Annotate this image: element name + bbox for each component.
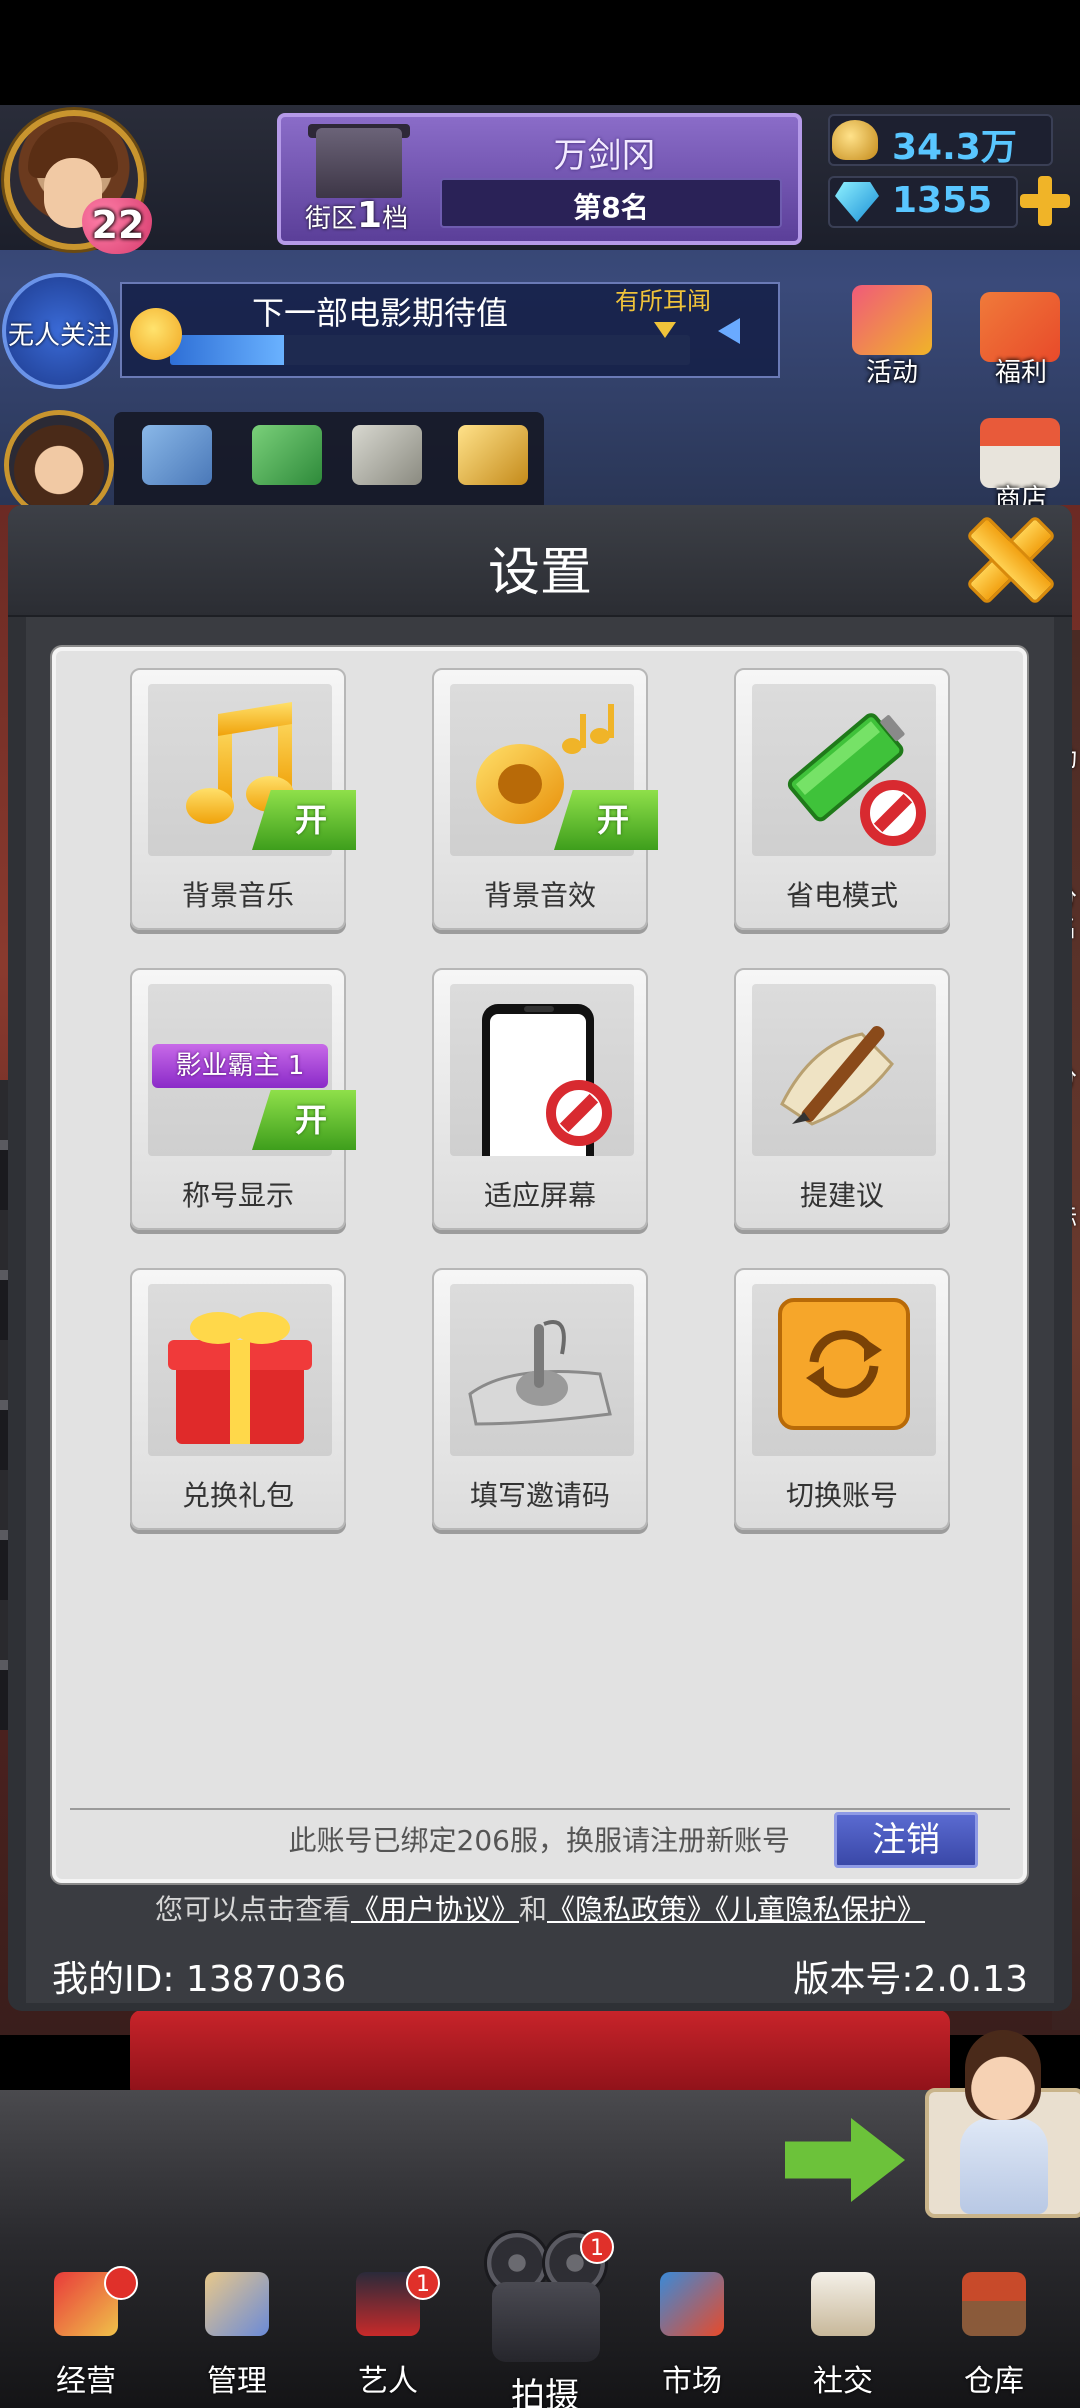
privacy-policy-link[interactable]: 《隐私政策》	[547, 1893, 715, 1926]
version-number: 版本号:2.0.13	[793, 1959, 1028, 2000]
expectation-progress-track	[170, 335, 690, 365]
nav-dot-badge	[104, 2266, 138, 2300]
tile-label: 兑换礼包	[181, 1479, 294, 1512]
activity-icon[interactable]	[852, 285, 932, 355]
agreement-and: 和	[518, 1893, 547, 1926]
nav-shoot[interactable]: 1 拍摄	[470, 2230, 620, 2408]
welfare-label[interactable]: 福利	[966, 352, 1076, 389]
tile-label: 适应屏幕	[483, 1179, 596, 1212]
market-icon	[660, 2272, 724, 2336]
title-badge-icon: 影业霸主 1	[152, 1044, 328, 1088]
power-saving-tile[interactable]: 省电模式	[734, 668, 950, 930]
guild-name: 万剑冈	[553, 136, 656, 176]
suggestion-tile[interactable]: 提建议	[734, 968, 950, 1230]
expectation-title: 下一部电影期待值	[251, 294, 508, 332]
agreement-line: 您可以点击查看《用户协议》和《隐私政策》《儿童隐私保护》	[26, 1888, 1054, 1928]
heart-eyes-emoji-icon	[130, 308, 182, 360]
nav-label: 市场	[662, 2364, 722, 2399]
disabled-icon	[546, 1080, 612, 1146]
tile-label: 背景音乐	[181, 879, 294, 912]
sound-effects-tile[interactable]: 开 背景音效	[432, 668, 658, 930]
collapse-arrow-icon[interactable]	[718, 318, 740, 344]
background-music-tile[interactable]: 开 背景音乐	[130, 668, 356, 930]
building-icon	[316, 128, 402, 198]
agreement-prefix: 您可以点击查看	[154, 1893, 351, 1926]
close-button[interactable]	[966, 515, 1050, 599]
tile-icon-area	[148, 1284, 332, 1456]
logout-button[interactable]: 注销	[834, 1812, 978, 1868]
tile-icon-area	[752, 684, 936, 856]
tile-label: 填写邀请码	[469, 1479, 610, 1512]
tile-label: 提建议	[799, 1179, 884, 1212]
expectation-progress-fill	[170, 335, 285, 365]
coin-amount: 34.3万	[892, 127, 1017, 168]
tile-icon-area	[450, 984, 634, 1156]
camera-icon	[492, 2282, 600, 2362]
nav-market[interactable]: 市场	[622, 2262, 762, 2408]
invite-code-tile[interactable]: 填写邀请码	[432, 1268, 648, 1530]
partner-avatar[interactable]	[4, 410, 114, 520]
nav-label: 管理	[207, 2364, 267, 2399]
character-dress	[960, 2118, 1048, 2214]
nav-count-badge: 1	[406, 2266, 440, 2300]
tile-icon-area	[752, 984, 936, 1156]
coffee-cup-icon	[811, 2272, 875, 2336]
player-id: 我的ID: 1387036	[52, 1959, 347, 2000]
nav-label: 经营	[56, 2364, 116, 2399]
redeem-gift-tile[interactable]: 兑换礼包	[130, 1268, 346, 1530]
tile-label: 省电模式	[785, 879, 898, 912]
disabled-icon	[860, 780, 926, 846]
fit-screen-tile[interactable]: 适应屏幕	[432, 968, 648, 1230]
district-label: 街区1档	[305, 195, 409, 236]
nav-label: 社交	[813, 2364, 873, 2399]
progress-marker-icon	[654, 322, 676, 338]
guild-rank: 第8名	[573, 191, 649, 224]
nav-manage[interactable]: 管理	[167, 2262, 307, 2408]
invite-scroll-icon	[468, 1320, 612, 1426]
switch-account-icon	[778, 1298, 910, 1430]
activity-label[interactable]: 活动	[837, 352, 947, 389]
coin-icon	[832, 120, 878, 160]
nav-social[interactable]: 社交	[773, 2262, 913, 2408]
nav-warehouse[interactable]: 仓库	[924, 2262, 1064, 2408]
red-carpet	[130, 2010, 950, 2100]
add-gems-plus-icon[interactable]	[1020, 176, 1070, 226]
user-agreement-link[interactable]: 《用户协议》	[351, 1893, 519, 1926]
nav-operate[interactable]: 经营	[16, 2262, 156, 2408]
dialog-title: 设置	[487, 543, 592, 603]
follow-badge-label: 无人关注	[7, 321, 112, 351]
tile-icon-area	[450, 1284, 634, 1456]
floor	[0, 2090, 1080, 2240]
handshake-green-icon[interactable]	[252, 425, 322, 485]
player-level: 22	[91, 203, 145, 247]
nav-label: 仓库	[964, 2364, 1024, 2399]
character-avatar	[965, 2030, 1041, 2120]
cash-icon[interactable]	[352, 425, 422, 485]
tile-label: 背景音效	[483, 879, 596, 912]
nav-count-badge: 1	[580, 2230, 614, 2264]
tile-label: 切换账号	[785, 1479, 898, 1512]
server-bind-notice: 此账号已绑定206服，换服请注册新账号	[288, 1824, 790, 1857]
child-privacy-link[interactable]: 《儿童隐私保护》	[715, 1893, 925, 1926]
nav-label: 艺人	[358, 2364, 418, 2399]
gold-coins-icon[interactable]	[458, 425, 528, 485]
switch-account-tile[interactable]: 切换账号	[734, 1268, 950, 1530]
tile-icon-area	[752, 1284, 936, 1456]
nav-artists[interactable]: 1 艺人	[318, 2262, 458, 2408]
nav-label: 拍摄	[511, 2376, 579, 2408]
warehouse-icon	[962, 2272, 1026, 2336]
panel-divider	[70, 1808, 1010, 1810]
gem-amount: 1355	[892, 180, 993, 221]
handshake-icon[interactable]	[142, 425, 212, 485]
tile-label: 称号显示	[181, 1179, 294, 1212]
gift-box-icon	[168, 1312, 312, 1444]
expectation-status: 有所耳闻	[615, 287, 711, 315]
manage-gear-icon	[205, 2272, 269, 2336]
quill-scroll-icon	[780, 1025, 894, 1126]
title-display-tile[interactable]: 影业霸主 1 开 称号显示	[130, 968, 356, 1230]
